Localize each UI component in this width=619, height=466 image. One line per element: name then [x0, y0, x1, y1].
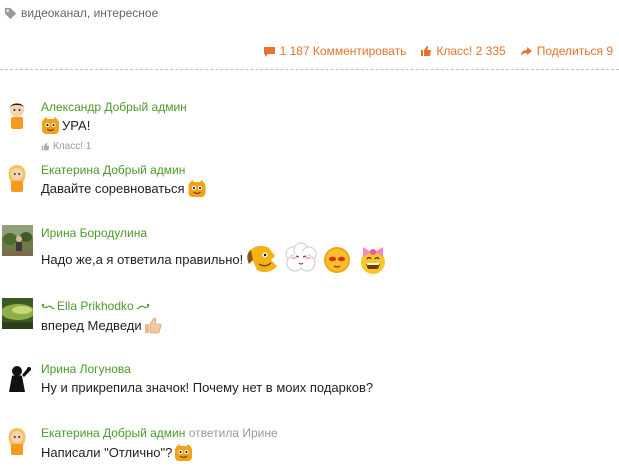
girl-avatar[interactable]	[2, 163, 33, 194]
ornament-left-icon	[41, 303, 55, 309]
dog-emoji-icon	[247, 245, 278, 273]
comment-text: Давайте соревноваться	[41, 179, 207, 198]
comment-text: Написали "Отлично"?	[41, 443, 193, 462]
class-count: Класс! 2 335	[436, 44, 506, 58]
thumbs-up-icon	[421, 46, 432, 56]
comment-item: Ella Prikhodko вперед Медведи	[0, 296, 619, 346]
comment-button[interactable]: 1 187 Комментировать	[263, 44, 407, 58]
cat-emoji-icon	[42, 117, 59, 134]
sheep-emoji-icon	[285, 242, 317, 272]
like-count: Класс! 1	[53, 141, 92, 152]
photo-avatar[interactable]	[2, 225, 33, 256]
comment-author: Екатерина Добрый админ ответила Ирине	[41, 426, 278, 440]
share-button[interactable]: Поделиться 9	[520, 44, 613, 58]
comment-item: Александр Добрый админ УРА! Класс! 1	[0, 98, 619, 156]
comment-text: вперед Медведи	[41, 316, 162, 334]
cat-emoji-icon	[188, 180, 206, 197]
comment-author[interactable]: Ирина Бородулина	[41, 226, 147, 240]
author-name[interactable]: Екатерина Добрый админ	[41, 426, 185, 440]
comment-author[interactable]: Ella Prikhodko	[41, 299, 150, 313]
boy-avatar[interactable]	[2, 100, 33, 131]
post-actions: 1 187 Комментировать Класс! 2 335 Подели…	[263, 44, 613, 58]
share-icon	[520, 46, 532, 56]
comment-body: Ну и прикрепила значок! Почему нет в мои…	[41, 380, 374, 395]
tag-icon	[4, 7, 17, 19]
comment-body: вперед Медведи	[41, 317, 142, 333]
sleepy-face-emoji-icon	[324, 247, 351, 273]
comment-item: Ирина Бородулина Надо же,а я ответила пр…	[0, 225, 619, 275]
girl-avatar[interactable]	[2, 426, 33, 457]
bow-face-emoji-icon	[361, 247, 386, 274]
comment-item: Екатерина Добрый админ ответила Ирине На…	[0, 424, 619, 464]
tags-text[interactable]: видеоканал, интересное	[21, 6, 158, 20]
comment-body: Надо же,а я ответила правильно!	[41, 251, 244, 267]
cat-emoji-icon	[175, 444, 193, 461]
tags-line: видеоканал, интересное	[4, 6, 158, 20]
author-name: Ella Prikhodko	[57, 299, 134, 313]
comment-body: УРА!	[62, 118, 91, 133]
silhouette-avatar[interactable]	[2, 363, 33, 394]
comment-author[interactable]: Екатерина Добрый админ	[41, 163, 185, 177]
class-button[interactable]: Класс! 2 335	[420, 44, 506, 58]
share-count: Поделиться 9	[536, 44, 613, 58]
comment-text: УРА!	[41, 116, 90, 135]
comment-item: Екатерина Добрый админ Давайте соревнова…	[0, 161, 619, 201]
ornament-right-icon	[136, 303, 150, 309]
photo-avatar[interactable]	[2, 298, 33, 329]
thumbs-up-emoji-icon	[144, 317, 162, 334]
comment-text: Надо же,а я ответила правильно!	[41, 242, 391, 276]
comment-body: Написали "Отлично"?	[41, 445, 173, 460]
comment-text: Ну и прикрепила значок! Почему нет в мои…	[41, 380, 373, 395]
thumbs-up-icon	[41, 142, 50, 151]
divider	[0, 69, 619, 70]
comment-author[interactable]: Ирина Логунова	[41, 362, 131, 376]
comment-count: 1 187 Комментировать	[279, 44, 407, 58]
comment-like[interactable]: Класс! 1	[41, 141, 91, 152]
comment-body: Давайте соревноваться	[41, 181, 185, 196]
comment-icon	[263, 46, 275, 57]
reply-label[interactable]: ответила Ирине	[189, 426, 278, 440]
comment-author[interactable]: Александр Добрый админ	[41, 100, 187, 114]
comment-item: Ирина Логунова Ну и прикрепила значок! П…	[0, 361, 619, 401]
